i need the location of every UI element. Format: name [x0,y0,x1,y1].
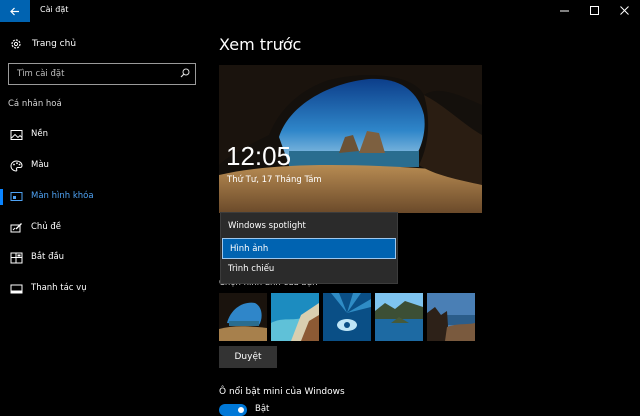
close-button[interactable] [610,0,640,22]
minimize-icon [560,10,569,12]
close-icon [620,6,629,15]
sidebar-item-themes[interactable]: Chủ đề [0,217,206,239]
gear-icon [11,39,21,49]
search-box[interactable]: Tìm cài đặt [8,63,196,85]
sidebar-item-label: Thanh tác vụ [31,283,87,293]
lock-screen-icon [10,192,23,201]
themes-icon [10,223,22,233]
back-button[interactable] [0,0,30,22]
section-title: Cá nhân hoá [8,99,62,109]
sidebar: Trang chủ Tìm cài đặt Cá nhân hoá Nền Mà… [0,22,206,416]
home-label: Trang chủ [32,39,77,49]
search-icon[interactable] [180,68,190,78]
option-label: Windows spotlight [228,221,306,231]
thumbnail-underwater[interactable] [323,293,371,341]
sidebar-item-label: Nền [31,129,48,139]
tiles-toggle[interactable] [219,404,247,416]
preview-clock: 12:05 [226,141,292,171]
sidebar-item-label: Màn hình khóa [31,191,94,201]
maximize-button[interactable] [580,0,610,22]
background-dropdown-list[interactable]: Windows spotlight Hình ảnh Trình chiếu [220,212,398,284]
windows-tiles-label: Ô nổi bật mini của Windows [219,387,345,397]
toggle-knob [238,407,244,413]
preview-date: Thứ Tư, 17 Tháng Tám [227,175,322,185]
option-label: Hình ảnh [230,244,269,254]
maximize-icon [590,6,599,15]
search-input[interactable]: Tìm cài đặt [17,69,64,79]
picture-icon [10,130,23,140]
thumbnail-lake-island[interactable] [375,293,423,341]
thumbnail-cave-beach[interactable] [219,293,267,341]
preview-image [219,65,482,213]
page-title: Xem trước [219,35,302,54]
toggle-state-label: Bật [255,404,270,414]
active-indicator [0,189,3,205]
sidebar-item-lock-screen[interactable]: Màn hình khóa [0,186,206,208]
sidebar-item-label: Chủ đề [31,222,62,232]
app-title: Cài đặt [40,5,69,14]
sidebar-item-taskbar[interactable]: Thanh tác vụ [0,278,206,300]
home-link[interactable]: Trang chủ [10,36,76,52]
main-content: Xem trước 12:05 Thứ Tư, 17 Tháng Tám Win… [206,22,640,416]
taskbar-icon [10,284,23,294]
sidebar-item-label: Màu [31,160,49,170]
minimize-button[interactable] [550,0,580,22]
sidebar-item-label: Bắt đầu [31,252,65,262]
title-bar: Cài đặt [0,0,640,22]
palette-icon [10,160,23,172]
sidebar-item-start[interactable]: Bắt đầu [0,247,206,269]
browse-button[interactable]: Duyệt [219,346,277,368]
dropdown-option-spotlight[interactable]: Windows spotlight [221,216,397,237]
start-icon [10,252,23,264]
back-arrow-icon [10,7,19,15]
option-label: Trình chiếu [228,264,275,274]
picture-thumbnails [219,293,479,341]
lock-screen-preview: 12:05 Thứ Tư, 17 Tháng Tám [219,65,482,213]
thumbnail-coast-aerial[interactable] [271,293,319,341]
dropdown-option-slideshow[interactable]: Trình chiếu [221,259,397,280]
sidebar-item-colors[interactable]: Màu [0,155,206,177]
sidebar-item-background[interactable]: Nền [0,124,206,146]
dropdown-option-picture[interactable]: Hình ảnh [222,238,396,259]
thumbnail-rock-shore[interactable] [427,293,475,341]
